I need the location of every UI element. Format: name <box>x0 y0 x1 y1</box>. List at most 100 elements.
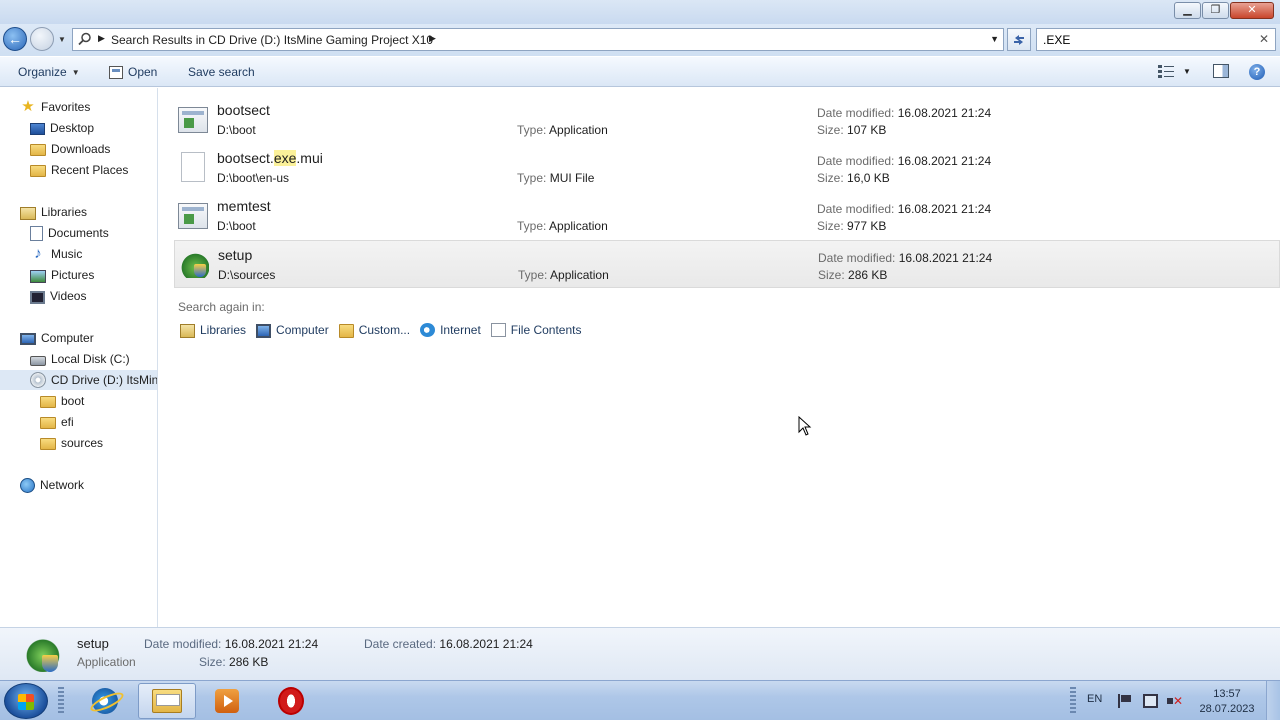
nav-favorites[interactable]: ★ Favorites <box>20 97 90 117</box>
start-button[interactable] <box>4 683 48 719</box>
organize-button[interactable]: Organize ▼ <box>18 65 80 79</box>
help-button[interactable]: ? <box>1249 64 1265 80</box>
details-name: setup <box>77 636 109 651</box>
minimize-button[interactable]: ▁ <box>1174 2 1201 19</box>
search-again-custom[interactable]: Custom... <box>338 322 410 338</box>
result-name: bootsect <box>217 102 270 118</box>
result-row[interactable]: bootsect D:\boot Type: Application Date … <box>174 96 1280 144</box>
taskbar-internet-explorer[interactable] <box>76 683 134 719</box>
result-row[interactable]: memtest D:\boot Type: Application Date m… <box>174 192 1280 240</box>
search-again-computer-label: Computer <box>276 323 329 337</box>
search-again-libraries[interactable]: Libraries <box>180 322 246 338</box>
nav-cd-drive[interactable]: CD Drive (D:) ItsMine <box>0 370 158 390</box>
save-search-button[interactable]: Save search <box>188 65 255 79</box>
result-date-modified: Date modified: 16.08.2021 21:24 <box>818 251 993 265</box>
nav-sources[interactable]: sources <box>40 433 103 453</box>
result-row[interactable]: bootsect.exe.mui D:\boot\en-us Type: MUI… <box>174 144 1280 192</box>
tray-grip <box>1070 687 1076 715</box>
search-box[interactable]: ✕ <box>1036 28 1276 51</box>
nav-network[interactable]: Network <box>20 475 84 495</box>
libraries-icon <box>180 324 195 338</box>
breadcrumb-arrow-icon[interactable]: ▶ <box>429 33 436 44</box>
taskbar-media-player[interactable] <box>198 683 256 719</box>
view-options-dropdown-icon[interactable]: ▼ <box>1183 67 1191 76</box>
change-view-icon[interactable] <box>1158 64 1174 78</box>
result-path: D:\boot <box>217 123 256 137</box>
hard-disk-icon <box>30 356 46 366</box>
nav-recent-places[interactable]: Recent Places <box>30 160 128 180</box>
nav-local-disk[interactable]: Local Disk (C:) <box>30 349 130 369</box>
nav-computer[interactable]: Computer <box>20 328 94 348</box>
clear-search-icon[interactable]: ✕ <box>1259 32 1269 46</box>
search-again-computer[interactable]: Computer <box>256 322 329 338</box>
chevron-down-icon: ▼ <box>71 67 80 77</box>
preview-pane-icon[interactable] <box>1213 64 1229 78</box>
nav-local-disk-label: Local Disk (C:) <box>51 352 130 366</box>
taskbar-windows-explorer[interactable] <box>138 683 196 719</box>
save-search-label: Save search <box>188 65 255 79</box>
internet-explorer-icon <box>92 688 118 714</box>
details-pane: setup Application Date modified: 16.08.2… <box>0 627 1280 680</box>
nav-music[interactable]: ♪ Music <box>30 244 82 264</box>
music-icon: ♪ <box>34 245 42 262</box>
nav-desktop[interactable]: Desktop <box>30 118 94 138</box>
breadcrumb[interactable]: Search Results in CD Drive (D:) ItsMine … <box>111 33 433 47</box>
history-dropdown-icon[interactable]: ▼ <box>58 35 66 44</box>
open-label: Open <box>128 65 158 79</box>
nav-videos[interactable]: Videos <box>30 286 86 306</box>
nav-desktop-label: Desktop <box>50 121 95 135</box>
forward-button[interactable] <box>30 27 54 51</box>
videos-icon <box>30 290 45 304</box>
action-center-flag-icon[interactable] <box>1118 694 1133 708</box>
show-desktop-button[interactable] <box>1266 681 1280 720</box>
breadcrumb-separator-icon[interactable]: ▶ <box>98 33 105 44</box>
nav-cd-drive-label: CD Drive (D:) ItsMine <box>51 373 158 387</box>
nav-network-label: Network <box>40 478 85 492</box>
address-dropdown-icon[interactable]: ▼ <box>990 34 999 44</box>
search-again-file-contents-label: File Contents <box>510 323 582 337</box>
search-highlight: exe <box>273 150 297 166</box>
search-input[interactable] <box>1043 32 1253 47</box>
nav-documents[interactable]: Documents <box>30 223 109 243</box>
result-date-modified: Date modified: 16.08.2021 21:24 <box>817 202 992 216</box>
refresh-icon <box>1014 34 1024 45</box>
nav-boot[interactable]: boot <box>40 391 84 411</box>
result-type: Type: Application <box>518 268 609 282</box>
refresh-button[interactable] <box>1007 28 1031 51</box>
address-bar[interactable]: ▶ Search Results in CD Drive (D:) ItsMin… <box>72 28 1004 51</box>
open-button[interactable]: Open <box>109 65 157 79</box>
taskbar-opera[interactable] <box>262 683 320 719</box>
nav-pictures-label: Pictures <box>51 268 95 282</box>
result-row-selected[interactable]: setup D:\sources Type: Application Date … <box>174 240 1280 288</box>
search-again-internet[interactable]: Internet <box>420 322 481 338</box>
search-again-file-contents[interactable]: File Contents <box>490 322 582 338</box>
language-indicator[interactable]: EN <box>1087 693 1102 705</box>
clock-time: 13:57 <box>1213 688 1241 700</box>
file-icon <box>181 152 205 182</box>
internet-explorer-icon <box>420 323 436 337</box>
result-size: Size: 977 KB <box>817 219 887 233</box>
nav-music-label: Music <box>51 247 83 261</box>
search-again-libraries-label: Libraries <box>200 323 247 337</box>
result-name: setup <box>218 247 253 263</box>
nav-downloads[interactable]: Downloads <box>30 139 110 159</box>
nav-documents-label: Documents <box>48 226 109 240</box>
nav-libraries[interactable]: Libraries <box>20 202 87 222</box>
nav-efi[interactable]: efi <box>40 412 74 432</box>
maximize-button[interactable]: ❐ <box>1202 2 1229 19</box>
network-tray-icon[interactable] <box>1143 694 1158 708</box>
back-button[interactable]: ← <box>3 27 27 51</box>
nav-videos-label: Videos <box>50 289 87 303</box>
close-button[interactable]: ✕ <box>1230 2 1274 19</box>
clock-date: 28.07.2023 <box>1199 703 1255 715</box>
details-type: Application <box>77 655 136 669</box>
clock[interactable]: 13:57 28.07.2023 <box>1196 687 1258 717</box>
details-date-created: Date created: 16.08.2021 21:24 <box>364 637 533 651</box>
nav-pictures[interactable]: Pictures <box>30 265 94 285</box>
file-icon <box>490 323 506 337</box>
application-icon <box>178 107 208 133</box>
volume-muted-icon[interactable] <box>1167 694 1183 708</box>
taskbar-grip[interactable] <box>58 687 64 715</box>
search-again-options: Libraries Computer Custom... Internet Fi… <box>180 322 591 338</box>
nav-efi-label: efi <box>61 415 74 429</box>
